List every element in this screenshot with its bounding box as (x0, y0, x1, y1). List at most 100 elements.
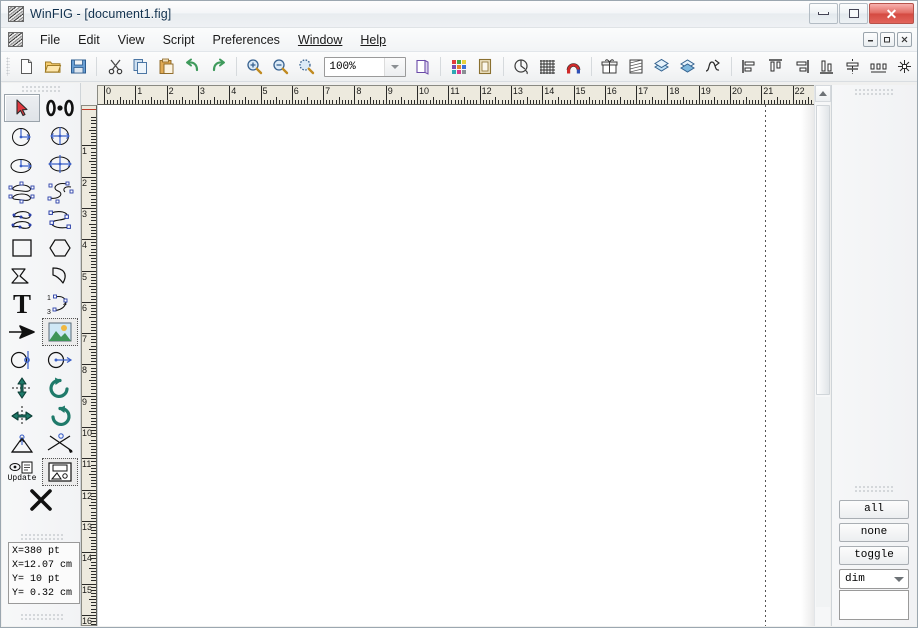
menu-item-view[interactable]: View (109, 30, 154, 50)
minimize-button[interactable] (809, 3, 838, 24)
cut-scissors-icon[interactable] (103, 55, 127, 79)
regular-polygon-tool[interactable]: 1 2 3 (42, 290, 78, 318)
closed-spline-tool[interactable] (4, 178, 40, 206)
mdi-close-button[interactable] (897, 32, 912, 47)
select-all-button[interactable]: all (839, 500, 909, 519)
zoom-input[interactable] (325, 57, 385, 76)
menu-item-preferences[interactable]: Preferences (204, 30, 289, 50)
ruler-minor-tick (517, 100, 519, 104)
scroll-up-button[interactable] (815, 85, 831, 102)
add-point-tool[interactable] (42, 346, 78, 374)
layer-panel-divider-grip[interactable] (854, 485, 894, 493)
hatch-pattern-icon[interactable] (624, 55, 648, 79)
ellipse-diameter-tool[interactable] (42, 150, 78, 178)
toolbar-separator (590, 57, 592, 76)
mdi-restore-button[interactable] (880, 32, 895, 47)
layer-front-icon[interactable] (649, 55, 673, 79)
ruler-minor-tick (557, 97, 559, 104)
layer-panel-grip[interactable] (854, 88, 894, 96)
align-left-icon[interactable] (738, 55, 762, 79)
ruler-minor-tick (708, 100, 710, 104)
arc-tool[interactable] (42, 262, 78, 290)
vertical-scrollbar[interactable] (814, 85, 831, 626)
ruler-minor-tick (89, 442, 96, 444)
circle-radius-tool[interactable] (4, 122, 40, 150)
close-button[interactable]: ✕ (869, 3, 914, 24)
rectangle-tool[interactable] (4, 234, 40, 262)
closed-interp-spline-tool[interactable] (4, 206, 40, 234)
layer-list[interactable] (839, 590, 909, 620)
ruler-minor-tick (463, 97, 465, 104)
menu-item-edit[interactable]: Edit (69, 30, 109, 50)
chevron-down-icon[interactable] (385, 57, 406, 76)
tool-palette-bottom-grip[interactable] (20, 613, 64, 620)
zoom-in-icon[interactable] (243, 55, 267, 79)
paste-icon[interactable] (155, 55, 179, 79)
distribute-horizontal-icon[interactable] (867, 55, 891, 79)
vertical-ruler[interactable]: 1 2 3 4 5 6 7 8 9 10 11 12 13 14 15 16 (81, 105, 97, 626)
page-setup-icon[interactable] (410, 55, 434, 79)
circle-diameter-tool[interactable] (42, 122, 78, 150)
depth-mode-select[interactable]: dim (839, 569, 909, 589)
menu-item-window[interactable]: Window (289, 30, 351, 50)
status-grip[interactable] (20, 533, 64, 540)
flip-horizontal-tool[interactable] (4, 402, 40, 430)
open-folder-icon[interactable] (41, 55, 65, 79)
rotate-cw-tool[interactable] (42, 402, 78, 430)
menu-item-script[interactable]: Script (154, 30, 204, 50)
open-spline-tool[interactable] (42, 178, 78, 206)
zoom-fit-icon[interactable] (295, 55, 319, 79)
delete-tool[interactable] (4, 486, 78, 514)
zoom-out-icon[interactable] (269, 55, 293, 79)
update-tool[interactable]: Update (4, 458, 40, 486)
move-point-tool[interactable] (4, 346, 40, 374)
polyline-tool[interactable] (4, 262, 40, 290)
drawing-canvas[interactable] (97, 105, 815, 626)
toolbar-grip[interactable] (6, 57, 10, 76)
horizontal-ruler[interactable]: 0 1 2 3 4 5 6 7 8 9 10 11 12 13 14 15 16 17 18 19 20 21 22 (97, 85, 815, 105)
ellipse-radius-tool[interactable] (4, 150, 40, 178)
break-compound-tool[interactable] (42, 430, 78, 458)
color-palette-icon[interactable] (447, 55, 471, 79)
align-right-icon[interactable] (789, 55, 813, 79)
new-file-icon[interactable] (15, 55, 39, 79)
align-bottom-icon[interactable] (815, 55, 839, 79)
magnet-snap-icon[interactable] (561, 55, 585, 79)
copy-icon[interactable] (129, 55, 153, 79)
properties-icon[interactable] (473, 55, 497, 79)
open-interp-spline-tool[interactable] (42, 206, 78, 234)
pointer-select-tool[interactable] (4, 94, 40, 122)
maximize-button[interactable] (839, 3, 868, 24)
polygon-tool[interactable] (42, 234, 78, 262)
zoom-level-combobox[interactable] (324, 56, 407, 77)
align-center-vertical-icon[interactable] (841, 55, 865, 79)
gift-box-icon[interactable] (598, 55, 622, 79)
mdi-minimize-button[interactable] (863, 32, 878, 47)
align-top-icon[interactable] (763, 55, 787, 79)
ruler-minor-tick (332, 100, 334, 104)
select-none-button[interactable]: none (839, 523, 909, 542)
flip-vertical-tool[interactable] (4, 374, 40, 402)
picture-image-tool[interactable] (42, 318, 78, 346)
menu-item-file[interactable]: File (31, 30, 69, 50)
menu-item-help[interactable]: Help (351, 30, 395, 50)
save-disk-icon[interactable] (66, 55, 90, 79)
scrollbar-track[interactable] (816, 397, 830, 607)
tool-palette-grip[interactable] (21, 85, 61, 93)
layer-back-icon[interactable] (675, 55, 699, 79)
toggle-selection-button[interactable]: toggle (839, 546, 909, 565)
scrollbar-thumb[interactable] (816, 105, 830, 395)
distribute-spread-icon[interactable] (892, 55, 916, 79)
ruler-minor-tick (751, 100, 753, 104)
point-pair-tool[interactable] (42, 94, 78, 122)
arrow-tool[interactable] (4, 318, 40, 346)
rotate-ccw-tool[interactable] (42, 374, 78, 402)
undo-icon[interactable] (181, 55, 205, 79)
edit-object-tool[interactable] (42, 458, 78, 486)
scale-tool[interactable] (4, 430, 40, 458)
spline-smooth-icon[interactable] (701, 55, 725, 79)
grid-icon[interactable] (535, 55, 559, 79)
text-tool[interactable]: T (4, 290, 40, 318)
compass-icon[interactable] (510, 55, 534, 79)
redo-icon[interactable] (206, 55, 230, 79)
